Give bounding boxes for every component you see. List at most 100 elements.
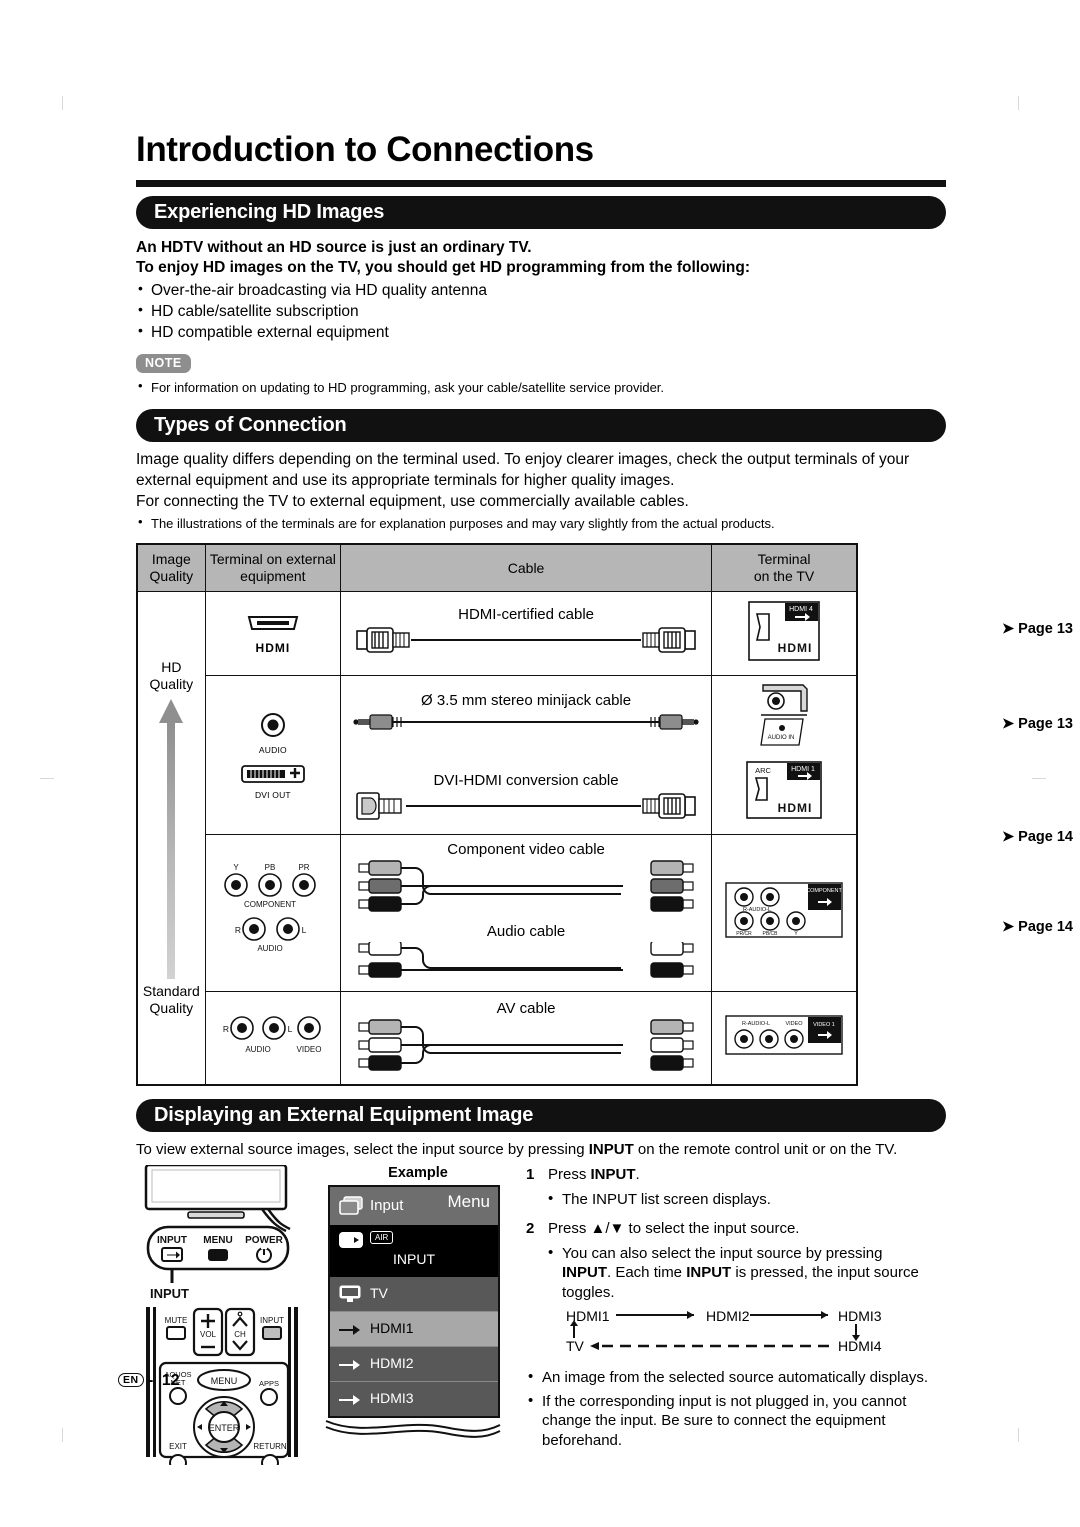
hdmi-cable-icon [356, 627, 696, 654]
quality-top-label: HD Quality [149, 658, 194, 692]
cable-label: DVI-HDMI conversion cable [433, 771, 619, 789]
hd-lead-line2: To enjoy HD images on the TV, you should… [136, 259, 750, 277]
list-item: HD cable/satellite subscription [136, 300, 946, 322]
svg-text:Y: Y [233, 863, 239, 872]
page-ref-row4: ➤ Page 14 [1002, 919, 1073, 936]
svg-text:VIDEO: VIDEO [785, 1021, 803, 1027]
svg-text:PB/CB: PB/CB [763, 931, 779, 937]
input-list-item-hdmi1[interactable]: HDMI1 [330, 1312, 498, 1348]
svg-text:L: L [288, 1024, 293, 1034]
table-row-1-cable: HDMI-certified cable [340, 590, 713, 676]
page-ref-row1: ➤ Page 13 [1002, 621, 1073, 638]
step-1-note: The INPUT list screen displays. [526, 1189, 946, 1210]
svg-text:PB: PB [265, 863, 276, 872]
table-row-2-external: AUDIO DVI OUT [204, 674, 342, 835]
input-list-screen: Input Menu AIR INPUT TV HDMI1 HDMI2 HDMI… [328, 1185, 500, 1419]
tv-and-remote-illustration: INPUT MENU POWER INPUT VOL CH MUTE INPUT… [144, 1164, 298, 1473]
svg-text:INPUT: INPUT [157, 1235, 187, 1246]
svg-text:R: R [235, 925, 241, 935]
step-2: 2 Press ▲/▼ to select the input source. [526, 1220, 800, 1238]
language-badge: EN [118, 1373, 144, 1387]
table-row-3-external: Y PB PR COMPONENT R L AUDIO [204, 833, 342, 992]
types-bullet: The illustrations of the terminals are f… [136, 514, 946, 533]
osd-menu-label[interactable]: Menu [447, 1192, 490, 1212]
table-row-3-cable: Component video cable Audio cable [340, 833, 713, 992]
svg-text:COMPONENT: COMPONENT [244, 900, 296, 909]
input-list-item-hdmi3[interactable]: HDMI3 [330, 1382, 498, 1417]
display-note-2: If the corresponding input is not plugge… [526, 1391, 946, 1451]
cable-label: Ø 3.5 mm stereo minijack cable [421, 691, 632, 709]
hdmi-input-icon [339, 1360, 360, 1371]
image-quality-cell: HD Quality Standard Quality [136, 590, 206, 1086]
cable-label: Audio cable [486, 922, 566, 940]
svg-text:RETURN: RETURN [253, 1442, 287, 1451]
col-header-tv-terminal: Terminal on the TV [711, 543, 858, 592]
svg-text:COMPONENT: COMPONENT [806, 888, 842, 894]
table-row-4-external: R L AUDIO VIDEO [204, 990, 342, 1086]
svg-text:MENU: MENU [211, 1376, 238, 1386]
input-list-item-label: HDMI3 [370, 1390, 414, 1407]
tv-hdmi4-terminal-icon: HDMI 4 HDMI [748, 601, 820, 661]
example-osd-column: Example Input Menu AIR INPUT TV HDMI1 HD… [325, 1165, 508, 1444]
cable-label: HDMI-certified cable [458, 606, 594, 624]
table-row-4-cable: AV cable [340, 990, 713, 1086]
svg-text:HDMI: HDMI [778, 641, 813, 655]
col-header-cable: Cable [340, 543, 713, 592]
svg-text:AUDIO: AUDIO [257, 944, 282, 953]
arrow-right-icon: ➤ [1002, 829, 1015, 846]
page-ref-row3: ➤ Page 14 [1002, 829, 1073, 846]
air-badge: AIR [370, 1231, 394, 1245]
list-item: Over-the-air broadcasting via HD quality… [136, 279, 946, 301]
dvi-port-icon [240, 764, 305, 783]
svg-text:VIDEO: VIDEO [296, 1045, 321, 1054]
types-paragraph-2: For connecting the TV to external equipm… [136, 492, 689, 510]
torn-edge-decoration [325, 1420, 501, 1439]
svg-text:R: R [223, 1024, 229, 1034]
input-list-item-label: HDMI2 [370, 1355, 414, 1372]
input-list-item-hdmi2[interactable]: HDMI2 [330, 1347, 498, 1383]
table-row-4-tv: VIDEO 1 R-AUDIO-L VIDEO [711, 990, 858, 1086]
registration-tick [40, 778, 54, 779]
col-header-external-terminal: Terminal on external equipment [204, 543, 342, 592]
osd-title-area: AIR INPUT [330, 1225, 498, 1278]
arrow-right-icon: ➤ [1002, 716, 1015, 733]
hd-lead-line1: An HDTV without an HD source is just an … [136, 238, 532, 256]
display-lead: To view external source images, select t… [136, 1140, 898, 1158]
input-list-item-label: TV [370, 1285, 388, 1302]
table-row-2-cable: Ø 3.5 mm stereo minijack cable DVI-HDMI … [340, 674, 713, 835]
cable-label: Component video cable [447, 840, 605, 858]
col-header-image-quality: Image Quality [136, 543, 206, 592]
hdmi-input-icon [339, 1395, 360, 1406]
connection-table: Image Quality Terminal on external equip… [136, 543, 858, 1086]
input-list-item-tv[interactable]: TV [330, 1277, 498, 1313]
tv-hdmi1-arc-terminal-icon: HDMI 1 ARC HDMI [746, 761, 822, 819]
input-arrow-icon [339, 1232, 363, 1249]
note-text: For information on updating to HD progra… [136, 378, 946, 397]
svg-text:VOL: VOL [200, 1330, 217, 1339]
table-row-3-tv: COMPONENT R-AUDIO-L PR/CR PB/CB Y [711, 833, 858, 992]
section-heading-hd: Experiencing HD Images [136, 195, 946, 229]
svg-text:PR/CR: PR/CR [736, 931, 752, 937]
page-ref-row2: ➤ Page 13 [1002, 716, 1073, 733]
dvi-hdmi-cable-icon [356, 792, 696, 820]
hd-bullet-list: Over-the-air broadcasting via HD quality… [136, 279, 946, 343]
svg-text:ARC: ARC [755, 766, 771, 775]
minijack-cable-icon [353, 714, 699, 730]
registration-tick [1018, 96, 1019, 110]
hdmi-port-icon [247, 615, 299, 630]
svg-text:R-AUDIO-L: R-AUDIO-L [742, 1021, 770, 1027]
tv-icon [339, 1285, 361, 1303]
device-illustration: INPUT MENU POWER INPUT VOL CH MUTE INPUT… [136, 1164, 316, 1473]
svg-text:VIDEO 1: VIDEO 1 [813, 1022, 835, 1028]
registration-tick [1018, 1428, 1019, 1442]
footer-separator: - [148, 1372, 154, 1389]
input-toggle-diagram: HDMI1 HDMI2 HDMI3 HDMI4 TV [566, 1308, 946, 1362]
note-badge: NOTE [136, 354, 191, 374]
svg-text:HDMI: HDMI [778, 801, 813, 815]
table-row-1-external: HDMI [204, 590, 342, 676]
quality-arrow-icon [159, 698, 184, 979]
svg-text:INPUT: INPUT [150, 1286, 189, 1301]
av-cable-icon [358, 1019, 694, 1071]
section-heading-display: Displaying an External Equipment Image [136, 1098, 946, 1132]
component-jacks-icon: Y PB PR COMPONENT R L AUDIO [224, 863, 316, 953]
